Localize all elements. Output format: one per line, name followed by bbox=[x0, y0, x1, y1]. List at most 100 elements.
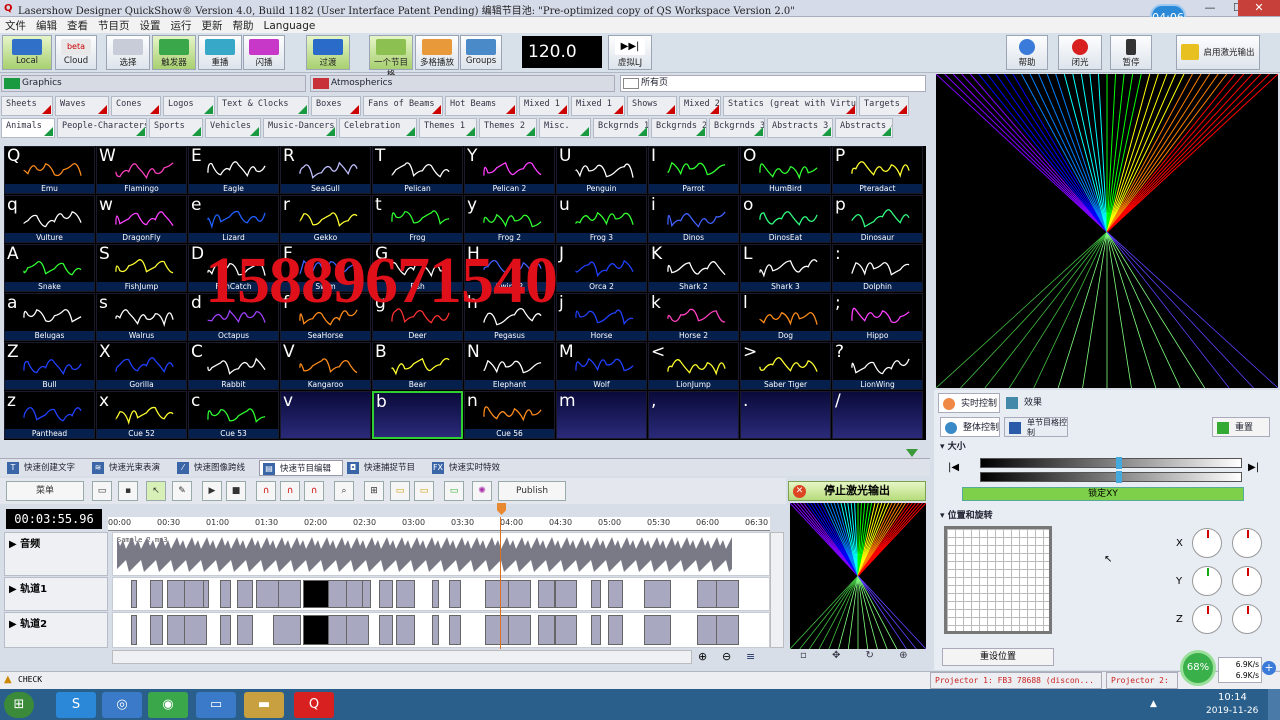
cue-cell[interactable]: n Cue 56 bbox=[464, 391, 555, 439]
cue-cell[interactable]: e Lizard bbox=[188, 195, 279, 243]
track1-lane[interactable] bbox=[112, 577, 770, 611]
page-tab[interactable]: Abstracts 4 bbox=[835, 118, 893, 138]
page-tab[interactable]: Hot Beams bbox=[445, 96, 517, 116]
page-tab[interactable]: Celebration bbox=[339, 118, 417, 138]
cue-cell[interactable]: O HumBird bbox=[740, 146, 831, 194]
projector-1-status[interactable]: Projector 1: FB3 78688 (discon... bbox=[930, 672, 1102, 689]
trigger-button[interactable]: 触发器 bbox=[152, 35, 196, 70]
lock-xy-toggle[interactable]: 锁定XY bbox=[962, 487, 1244, 501]
cue-cell[interactable]: K Shark 2 bbox=[648, 244, 739, 292]
cue-cell[interactable]: w DragonFly bbox=[96, 195, 187, 243]
page-tab[interactable]: Statics (great with Virtu bbox=[723, 96, 857, 116]
pause-button[interactable]: 暂停 bbox=[1110, 35, 1152, 70]
page-tab[interactable]: Abstracts 3 bbox=[767, 118, 833, 138]
cue-cell[interactable]: , bbox=[648, 391, 739, 439]
cue-clip[interactable] bbox=[697, 615, 717, 645]
tab-effects[interactable]: 效果 bbox=[1002, 393, 1052, 413]
page-tab[interactable]: Cones bbox=[111, 96, 161, 116]
menu-language[interactable]: Language bbox=[259, 19, 321, 33]
replay-button[interactable]: 重播 bbox=[198, 35, 242, 70]
blackout-button[interactable]: 闭光 bbox=[1058, 35, 1102, 70]
z-rotation-knob[interactable] bbox=[1232, 604, 1262, 634]
audio-track[interactable]: Sample 2.mp3 bbox=[112, 532, 770, 576]
cue-cell[interactable]: C Rabbit bbox=[188, 342, 279, 390]
menu-pages[interactable]: 节目页 bbox=[93, 17, 135, 34]
page-tab[interactable]: Misc. bbox=[539, 118, 591, 138]
cue-cell[interactable]: v bbox=[280, 391, 371, 439]
cue-cell[interactable]: ? LionWing bbox=[832, 342, 923, 390]
track2-label[interactable]: ▶ 轨道2 bbox=[4, 612, 108, 648]
taskbar-wechat-icon[interactable]: ◉ bbox=[148, 692, 188, 718]
cue-cell[interactable]: o DinosEat bbox=[740, 195, 831, 243]
page-tab[interactable]: People-Characters bbox=[57, 118, 147, 138]
page-tab[interactable]: Animals bbox=[1, 118, 55, 138]
cue-clip[interactable] bbox=[184, 615, 207, 645]
cue-clip[interactable] bbox=[167, 580, 185, 608]
add-icon[interactable]: + bbox=[1262, 661, 1276, 675]
tab-live-control[interactable]: 实时控制 bbox=[938, 393, 1000, 413]
bottom-tab[interactable]: T 快速创建文字 bbox=[4, 460, 88, 476]
page-tab[interactable]: Themes 2 bbox=[479, 118, 537, 138]
page-tab[interactable]: Boxes bbox=[311, 96, 361, 116]
cue-clip[interactable] bbox=[644, 615, 671, 645]
cue-cell[interactable]: B Bear bbox=[372, 342, 463, 390]
minimize-button[interactable]: — bbox=[1196, 0, 1224, 16]
cue-clip[interactable] bbox=[432, 580, 439, 608]
pencil-icon[interactable]: ✎ bbox=[172, 481, 192, 501]
taskbar-browser-icon[interactable]: ◎ bbox=[102, 692, 142, 718]
cue-cell[interactable]: y Frog 2 bbox=[464, 195, 555, 243]
cloud-button[interactable]: beta Cloud bbox=[55, 35, 97, 70]
cue-cell[interactable]: U Penguin bbox=[556, 146, 647, 194]
marker-icon[interactable]: ▭ bbox=[390, 481, 410, 501]
sequencer-menu-button[interactable]: 菜单 bbox=[6, 481, 84, 501]
cue-cell[interactable]: E Eagle bbox=[188, 146, 279, 194]
cue-cell[interactable]: V Kangaroo bbox=[280, 342, 371, 390]
cue-cell[interactable]: : Dolphin bbox=[832, 244, 923, 292]
cue-clip[interactable] bbox=[608, 580, 623, 608]
page-tab[interactable]: Waves bbox=[55, 96, 109, 116]
y-rotation-knob[interactable] bbox=[1232, 566, 1262, 596]
cue-cell[interactable]: / bbox=[832, 391, 923, 439]
track2-lane[interactable] bbox=[112, 612, 770, 648]
cue-cell[interactable]: l Dog bbox=[740, 293, 831, 341]
cue-clip[interactable] bbox=[396, 580, 415, 608]
x-position-knob[interactable] bbox=[1192, 528, 1222, 558]
size-y-thumb[interactable] bbox=[1116, 471, 1122, 483]
screen-icon[interactable]: ▭ bbox=[444, 481, 464, 501]
show-desktop-button[interactable] bbox=[1268, 689, 1280, 720]
cue-clip[interactable] bbox=[396, 615, 415, 645]
magnet-alt-icon[interactable]: ∩ bbox=[304, 481, 324, 501]
stop-icon[interactable]: ■ bbox=[226, 481, 246, 501]
page-tab[interactable]: Text & Clocks bbox=[217, 96, 309, 116]
save-icon[interactable]: ▪ bbox=[118, 481, 138, 501]
slider-end-icon[interactable]: ▶| bbox=[1248, 462, 1259, 473]
cue-clip[interactable] bbox=[485, 580, 509, 608]
groups-button[interactable]: Groups bbox=[460, 35, 502, 70]
vertical-scrollbar[interactable] bbox=[770, 532, 784, 648]
cue-clip[interactable] bbox=[644, 580, 671, 608]
cue-clip[interactable] bbox=[256, 580, 279, 608]
atmospherics-category[interactable]: Atmospherics bbox=[310, 75, 615, 92]
cue-clip[interactable] bbox=[379, 580, 393, 608]
cue-clip[interactable] bbox=[379, 615, 393, 645]
bottom-tab[interactable]: ◘ 快速捕捉节目 bbox=[344, 460, 428, 476]
menu-file[interactable]: 文件 bbox=[0, 17, 31, 34]
page-tab[interactable]: Targets bbox=[859, 96, 909, 116]
cue-clip[interactable] bbox=[538, 580, 555, 608]
cue-cell[interactable]: t Frog bbox=[372, 195, 463, 243]
bottom-tab[interactable]: FX 快速实时特效 bbox=[429, 460, 513, 476]
cue-clip[interactable] bbox=[273, 615, 301, 645]
track1-label[interactable]: ▶ 轨道1 bbox=[4, 577, 108, 611]
cue-clip[interactable] bbox=[591, 615, 601, 645]
cue-cell[interactable]: . bbox=[740, 391, 831, 439]
cue-cell[interactable]: z Panthead bbox=[4, 391, 95, 439]
cue-clip[interactable] bbox=[714, 580, 739, 608]
cue-cell[interactable]: j Horse bbox=[556, 293, 647, 341]
cue-clip[interactable] bbox=[432, 615, 439, 645]
list-view-icon[interactable]: ≡ bbox=[746, 650, 766, 666]
cue-clip[interactable] bbox=[449, 580, 461, 608]
zoom-icon[interactable]: ⌕ bbox=[334, 481, 354, 501]
overall-control-button[interactable]: 整体控制 bbox=[940, 417, 1000, 437]
projector-2-status[interactable]: Projector 2: bbox=[1106, 672, 1178, 689]
cue-cell[interactable]: A Snake bbox=[4, 244, 95, 292]
